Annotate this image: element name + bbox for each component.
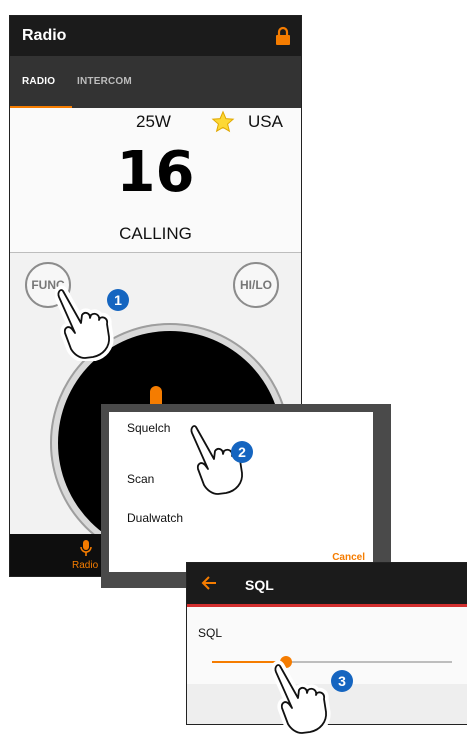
- app-title: Radio: [22, 27, 67, 44]
- star-icon[interactable]: [211, 110, 235, 134]
- channel-region: USA: [248, 112, 283, 131]
- app-bar: Radio: [10, 16, 301, 56]
- sql-title: SQL: [245, 577, 274, 593]
- sql-label: SQL: [198, 626, 223, 640]
- cancel-button[interactable]: Cancel: [332, 552, 365, 563]
- tab-intercom[interactable]: INTERCOM: [77, 76, 132, 87]
- option-squelch[interactable]: Squelch: [127, 421, 170, 435]
- callout-2: 2: [231, 441, 253, 463]
- channel-status: 25W USA 16 CALLING: [10, 108, 301, 253]
- lock-icon[interactable]: [275, 26, 291, 46]
- channel-name: CALLING: [119, 224, 192, 243]
- nav-radio-label[interactable]: Radio: [72, 560, 98, 571]
- hand-pointer-icon: [272, 660, 331, 736]
- callout-1: 1: [107, 289, 129, 311]
- mic-icon[interactable]: [80, 540, 92, 556]
- option-dualwatch[interactable]: Dualwatch: [127, 511, 183, 525]
- tab-bar: RADIO INTERCOM: [10, 56, 301, 108]
- power-level: 25W: [136, 112, 171, 131]
- sql-app-bar: SQL: [187, 563, 467, 607]
- channel-number: 16: [116, 140, 195, 205]
- back-arrow-icon[interactable]: [201, 575, 217, 591]
- option-scan[interactable]: Scan: [127, 472, 154, 486]
- callout-3: 3: [331, 670, 353, 692]
- tab-radio[interactable]: RADIO: [22, 76, 55, 87]
- hilo-button[interactable]: HI/LO: [233, 262, 279, 308]
